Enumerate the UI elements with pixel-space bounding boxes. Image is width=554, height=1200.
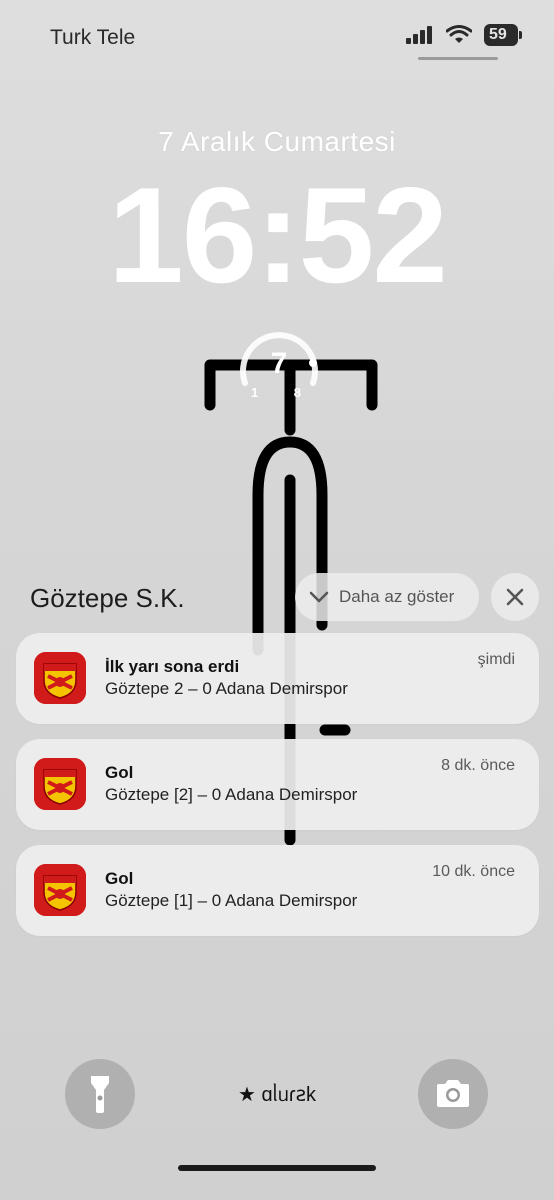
- notification-body: Göztepe 2 – 0 Adana Demirspor: [105, 679, 348, 698]
- notification-body: Göztepe [1] – 0 Adana Demirspor: [105, 891, 358, 910]
- home-indicator[interactable]: [178, 1165, 376, 1171]
- notification-title: Gol: [105, 763, 134, 782]
- show-less-label: Daha az göster: [339, 587, 455, 606]
- camera-icon: [437, 1080, 469, 1107]
- battery-level: 59: [489, 26, 507, 43]
- goztepe-logo-icon: [34, 758, 86, 810]
- wifi-icon: [446, 25, 472, 43]
- notification-card[interactable]: İlk yarı sona erdi Göztepe 2 – 0 Adana D…: [16, 633, 539, 724]
- signal-icon: [406, 26, 432, 44]
- widget-max: 8: [293, 385, 301, 400]
- notification-time: 8 dk. önce: [441, 757, 515, 774]
- chevron-down-icon: [309, 591, 329, 603]
- notification-title: Gol: [105, 869, 134, 888]
- lock-date: 7 Aralık Cumartesi: [158, 126, 396, 157]
- goztepe-logo-icon: [34, 652, 86, 704]
- notification-time: 10 dk. önce: [432, 863, 515, 880]
- close-group-button[interactable]: [491, 573, 539, 621]
- show-less-button[interactable]: Daha az göster: [295, 573, 479, 621]
- notification-card[interactable]: Gol Göztepe [1] – 0 Adana Demirspor 10 d…: [16, 845, 539, 936]
- notification-time: şimdi: [477, 651, 515, 668]
- status-icons: 59: [406, 24, 522, 46]
- lock-time: 16:52: [108, 159, 448, 311]
- widget-min: 1: [251, 385, 259, 400]
- notification-body: Göztepe [2] – 0 Adana Demirspor: [105, 785, 358, 804]
- battery-indicator: 59: [484, 24, 522, 46]
- status-bar: Turk Tele 59: [0, 0, 554, 70]
- widget-value: 7: [270, 347, 288, 380]
- goztepe-logo-icon: [34, 864, 86, 916]
- lock-widget[interactable]: 7 1 8: [237, 325, 321, 409]
- camera-button[interactable]: [418, 1059, 488, 1129]
- status-underline: [418, 57, 498, 60]
- carrier-label: Turk Tele: [50, 26, 136, 49]
- close-icon: [506, 588, 524, 606]
- notification-title: İlk yarı sona erdi: [105, 657, 240, 676]
- notification-card[interactable]: Gol Göztepe [2] – 0 Adana Demirspor 8 dk…: [16, 739, 539, 830]
- notification-group-title: Göztepe S.K.: [30, 583, 185, 613]
